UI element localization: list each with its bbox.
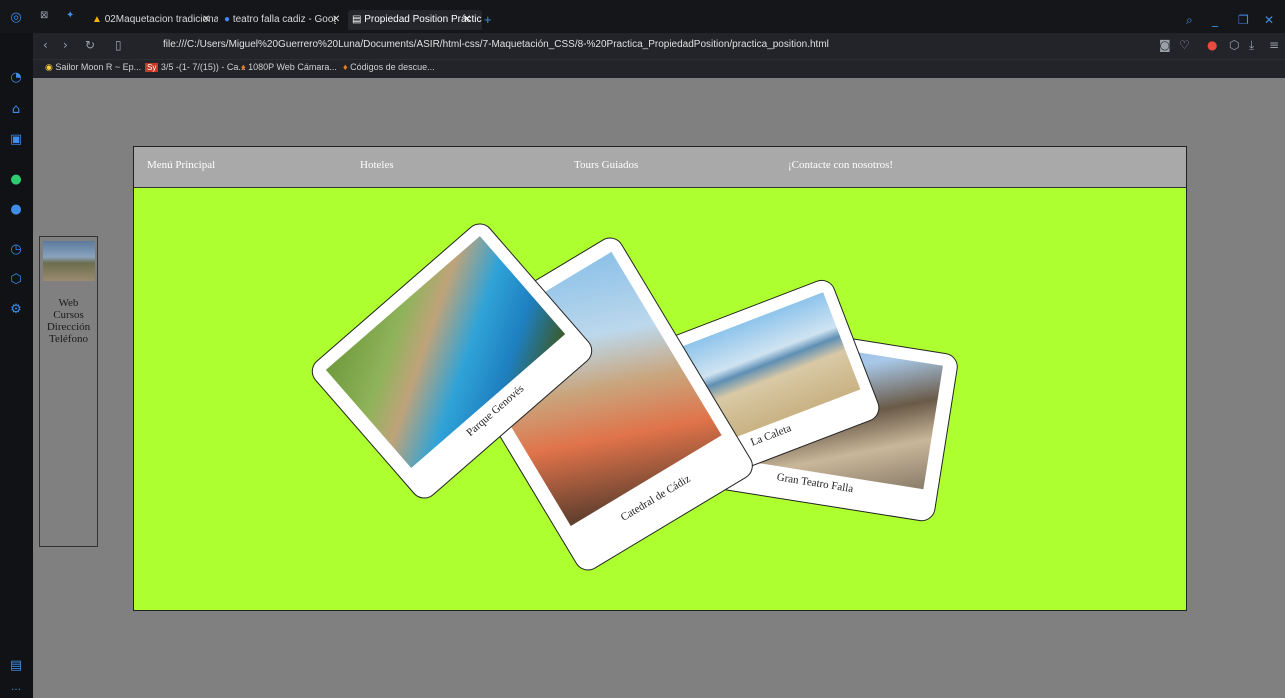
snapshot-icon[interactable]: ◙ xyxy=(1159,38,1171,52)
new-tab-button[interactable]: + xyxy=(484,10,498,30)
bookmark-label: 1080P Web Cámara... xyxy=(248,62,337,72)
sidebar-panel-icon[interactable]: ▤ xyxy=(8,658,24,674)
history-icon[interactable]: ◷ xyxy=(8,242,24,258)
bookmark-label: 3/5 -(1- 7/(15)) - Ca... xyxy=(160,62,246,72)
bookmark-sailor-moon[interactable]: ◉ Sailor Moon R ~ Ep... xyxy=(45,62,141,73)
browser-sidebar: ◎ ◔ ⌂ ▣ ● ● ◷ ⬡ ⚙ ▤ … xyxy=(0,0,33,698)
aside-text: Web Cursos Dirección Teléfono xyxy=(40,297,97,345)
menu-item-tours[interactable]: Tours Guiados xyxy=(574,159,638,171)
document-icon: ▤ xyxy=(352,14,362,25)
easy-setup-icon[interactable]: ≡ xyxy=(1269,38,1279,52)
whatsapp-icon[interactable]: ● xyxy=(8,172,24,188)
tab-maquetacion[interactable]: ▲ 02Maquetacion tradicional xyxy=(88,10,218,30)
reload-icon[interactable]: ↻ xyxy=(85,38,95,52)
more-icon[interactable]: … xyxy=(8,680,24,696)
menu-item-principal[interactable]: Menú Principal xyxy=(147,159,215,171)
tab-bar: ◎ ⊠ ✦ ▲ 02Maquetacion tradicional ✕ ● te… xyxy=(0,0,1285,33)
url-field[interactable]: file:///C:/Users/Miguel%20Guerrero%20Lun… xyxy=(163,39,829,50)
tab-google[interactable]: ● teatro falla cadiz - Google xyxy=(220,10,336,30)
close-tab-icon[interactable]: ✕ xyxy=(332,10,346,30)
tab-title: teatro falla cadiz - Google xyxy=(232,14,336,25)
twitch-icon[interactable]: ▣ xyxy=(8,132,24,148)
speed-dial-icon[interactable]: ◔ xyxy=(8,70,24,86)
telegram-icon[interactable]: ● xyxy=(8,202,24,218)
close-window-icon[interactable]: ✕ xyxy=(1264,13,1274,27)
bookmark-codigos[interactable]: ♦ Códigos de descue... xyxy=(343,62,435,72)
aside-panel: Web Cursos Dirección Teléfono xyxy=(39,236,98,547)
address-bar: ‹ › ↻ ▯ file:///C:/Users/Miguel%20Guerre… xyxy=(33,33,1285,59)
search-icon[interactable]: ⌕ xyxy=(1186,13,1193,28)
aside-line-direccion[interactable]: Dirección xyxy=(40,321,97,333)
aside-thumbnail-image xyxy=(43,241,95,281)
vpn-icon[interactable]: ⬡ xyxy=(1229,38,1239,52)
main-section: Menú Principal Hoteles Tours Guiados ¡Co… xyxy=(133,146,1187,611)
extension-icon[interactable]: ● xyxy=(1207,38,1217,52)
close-tab-icon[interactable]: ✕ xyxy=(202,10,216,30)
bookmarks-bar: ◉ Sailor Moon R ~ Ep... Sy 3/5 -(1- 7/(1… xyxy=(33,59,1285,79)
google-icon: ● xyxy=(224,14,231,25)
menu-item-contacto[interactable]: ¡Contacte con nosotros! xyxy=(788,159,893,171)
tab-propiedad-position[interactable]: ▤ Propiedad Position Práctica xyxy=(348,10,482,30)
drive-icon: ▲ xyxy=(92,14,102,25)
bookmark-label: Códigos de descue... xyxy=(350,62,435,72)
bookmark-icon: ♦ xyxy=(343,62,348,72)
bookmark-symbolab[interactable]: Sy 3/5 -(1- 7/(15)) - Ca... xyxy=(145,62,246,72)
bookmark-webcam[interactable]: ♦ 1080P Web Cámara... xyxy=(241,62,337,72)
back-icon[interactable]: ‹ xyxy=(43,38,48,52)
favorite-icon[interactable]: ♡ xyxy=(1179,38,1190,52)
bookmark-label: Sailor Moon R ~ Ep... xyxy=(55,62,142,72)
shopping-icon[interactable]: ⌂ xyxy=(8,102,24,118)
aside-line-web[interactable]: Web xyxy=(40,297,97,309)
minimize-icon[interactable]: _ xyxy=(1212,13,1218,27)
close-tab-icon[interactable]: ✕ xyxy=(463,10,477,30)
menu-item-hoteles[interactable]: Hoteles xyxy=(360,159,394,171)
page-info-icon[interactable]: ▯ xyxy=(115,38,122,52)
download-icon[interactable]: ⤓ xyxy=(1249,38,1254,53)
top-menu: Menú Principal Hoteles Tours Guiados ¡Co… xyxy=(134,147,1186,188)
bookmark-icon: Sy xyxy=(145,63,159,72)
aside-line-cursos[interactable]: Cursos xyxy=(40,309,97,321)
extensions-icon[interactable]: ⬡ xyxy=(8,272,24,288)
workspace-icon[interactable]: ⊠ xyxy=(40,10,48,21)
restore-icon[interactable]: ❐ xyxy=(1238,13,1249,27)
tab-title: 02Maquetacion tradicional xyxy=(104,14,218,25)
browser-menu-icon[interactable]: ◎ xyxy=(8,10,24,26)
bookmark-icon: ◉ xyxy=(45,62,53,72)
settings-icon[interactable]: ⚙ xyxy=(8,302,24,318)
twitter-icon[interactable]: ✦ xyxy=(66,10,74,21)
aside-line-telefono[interactable]: Teléfono xyxy=(40,333,97,345)
bookmark-icon: ♦ xyxy=(241,62,246,72)
forward-icon[interactable]: › xyxy=(63,38,68,52)
